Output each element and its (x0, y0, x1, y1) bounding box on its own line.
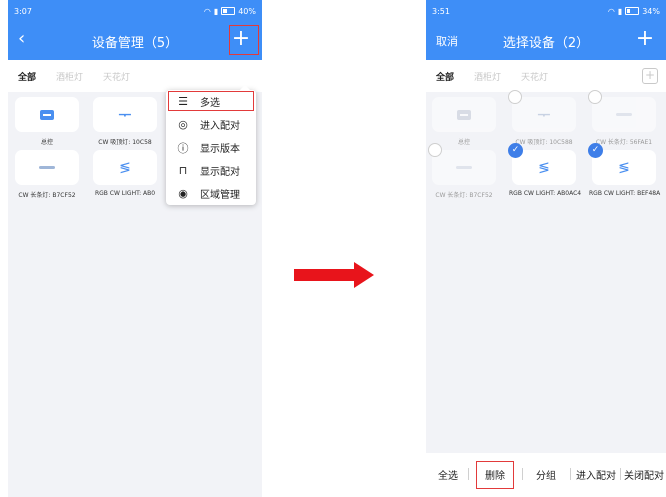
checkbox-checked-icon[interactable]: ✓ (508, 143, 523, 158)
device-tile[interactable]: ᅮ CW 吸顶灯: 10C588 (509, 97, 579, 146)
strip-light-icon (39, 166, 55, 169)
ceiling-light-icon: ᅮ (537, 107, 551, 124)
rgb-light-icon: ≶ (119, 159, 131, 176)
panel-icon (457, 109, 471, 120)
wifi-icon: ◠ (203, 6, 211, 16)
status-icons: ◠ ▮ 34% (608, 7, 660, 16)
tab-all[interactable]: 全部 (18, 70, 36, 83)
tab-all[interactable]: 全部 (436, 70, 454, 83)
tab-wine-cabinet[interactable]: 酒柜灯 (56, 70, 83, 83)
status-bar: 3:07 ◠ ▮ 40% (8, 0, 262, 22)
close-pairing-button[interactable]: 关闭配对 (624, 467, 664, 482)
device-tile[interactable]: CW 长条灯: 56FAE1 (589, 97, 659, 146)
select-all-button[interactable]: 全选 (438, 467, 458, 482)
transition-arrow-icon (294, 262, 374, 288)
app-bar: 3:07 ◠ ▮ 40% ‹ 设备管理（5） + (8, 0, 262, 60)
menu-item-show-version[interactable]: ⓘ 显示版本 (166, 136, 256, 159)
battery-icon (625, 7, 640, 15)
location-icon: ◉ (178, 187, 188, 200)
tab-wine-cabinet[interactable]: 酒柜灯 (474, 70, 501, 83)
delete-button-highlight (476, 461, 514, 489)
status-bar: 3:51 ◠ ▮ 34% (426, 0, 666, 22)
pairing-icon: ◎ (178, 118, 188, 131)
status-time: 3:07 (14, 6, 32, 16)
checkbox-unchecked-icon[interactable] (588, 90, 602, 104)
nav-bar: 取消 选择设备（2） + (426, 22, 666, 60)
device-tile[interactable]: ≶ RGB CW LIGHT: AB0AC4 (509, 150, 582, 197)
dropdown-menu: ☰ 多选 ◎ 进入配对 ⓘ 显示版本 ⊓ 显示配对 ◉ 区域管理 (166, 85, 256, 205)
left-screen: 3:07 ◠ ▮ 40% ‹ 设备管理（5） + 全部 酒柜灯 天花灯 总控 ᅮ… (8, 0, 262, 497)
category-tabs: 全部 酒柜灯 天花灯 + (426, 60, 666, 92)
menu-item-area-management[interactable]: ◉ 区域管理 (166, 182, 256, 205)
status-time: 3:51 (432, 6, 450, 16)
tab-ceiling[interactable]: 天花灯 (103, 70, 130, 83)
right-screen: 3:51 ◠ ▮ 34% 取消 选择设备（2） + 全部 酒柜灯 天花灯 + 总… (426, 0, 666, 497)
divider (468, 468, 469, 480)
menu-item-show-pairing[interactable]: ⊓ 显示配对 (166, 159, 256, 182)
ceiling-light-icon: ᅮ (118, 107, 132, 124)
checkbox-unchecked-icon[interactable] (428, 143, 442, 157)
app-bar: 3:51 ◠ ▮ 34% 取消 选择设备（2） + (426, 0, 666, 60)
device-label: RGB CW LIGHT: AB0AC4 (509, 190, 582, 197)
signal-icon: ▮ (617, 6, 623, 16)
info-icon: ⓘ (177, 141, 189, 155)
menu-item-multi-select[interactable]: ☰ 多选 (166, 90, 256, 113)
menu-item-highlight (168, 91, 254, 111)
device-tile[interactable]: ≶ RGB CW LIGHT: AB0 (90, 150, 160, 197)
category-tabs: 全部 酒柜灯 天花灯 (8, 60, 262, 92)
add-button[interactable]: + (634, 28, 656, 50)
checkbox-checked-icon[interactable]: ✓ (588, 143, 603, 158)
menu-item-pairing[interactable]: ◎ 进入配对 (166, 113, 256, 136)
signal-icon: ▮ (213, 6, 219, 16)
menu-item-label: 进入配对 (200, 121, 240, 132)
rgb-light-icon: ≶ (618, 159, 630, 176)
bottom-action-bar: 全选 删除 分组 进入配对 关闭配对 (426, 453, 666, 497)
device-tile[interactable]: 总控 (12, 97, 82, 146)
battery-level: 40% (238, 6, 256, 16)
checkbox-unchecked-icon[interactable] (508, 90, 522, 104)
rgb-light-icon: ≶ (538, 159, 550, 176)
add-button-highlight (229, 25, 259, 55)
divider (570, 468, 571, 480)
divider (522, 468, 523, 480)
device-label: 总控 (40, 139, 53, 146)
menu-item-label: 显示配对 (200, 167, 240, 178)
menu-item-label: 区域管理 (200, 190, 240, 201)
battery-level: 34% (642, 6, 660, 16)
page-title: 设备管理（5） (91, 35, 179, 51)
strip-light-icon (616, 113, 632, 116)
device-tile[interactable]: ᅮ CW 吸顶灯: 10C58 (90, 97, 160, 146)
wifi-icon: ◠ (607, 6, 615, 16)
page-title: 选择设备（2） (502, 35, 590, 51)
device-label: CW 吸顶灯: 10C58 (98, 139, 152, 146)
device-tile[interactable]: CW 长条灯: B7CF52 (429, 150, 499, 199)
device-label: CW 长条灯: B7CF52 (435, 192, 493, 199)
device-tile[interactable]: CW 长条灯: B7CF52 (12, 150, 82, 199)
device-label: CW 长条灯: B7CF52 (18, 192, 76, 199)
lock-icon: ⊓ (178, 164, 188, 177)
add-category-button[interactable]: + (642, 68, 658, 84)
menu-item-label: 显示版本 (200, 144, 240, 155)
device-label: RGB CW LIGHT: AB0 (94, 190, 156, 197)
nav-bar: ‹ 设备管理（5） + (8, 22, 262, 60)
device-tile[interactable]: 总控 (429, 97, 499, 146)
panel-icon (40, 109, 54, 120)
device-tile[interactable]: ≶ RGB CW LIGHT: BEF48A (589, 150, 661, 197)
tab-ceiling[interactable]: 天花灯 (521, 70, 548, 83)
device-label: RGB CW LIGHT: BEF48A (589, 190, 661, 197)
battery-icon (221, 7, 236, 15)
strip-light-icon (456, 166, 472, 169)
enter-pairing-button[interactable]: 进入配对 (576, 467, 616, 482)
status-icons: ◠ ▮ 40% (204, 7, 256, 16)
divider (620, 468, 621, 480)
group-button[interactable]: 分组 (536, 467, 556, 482)
